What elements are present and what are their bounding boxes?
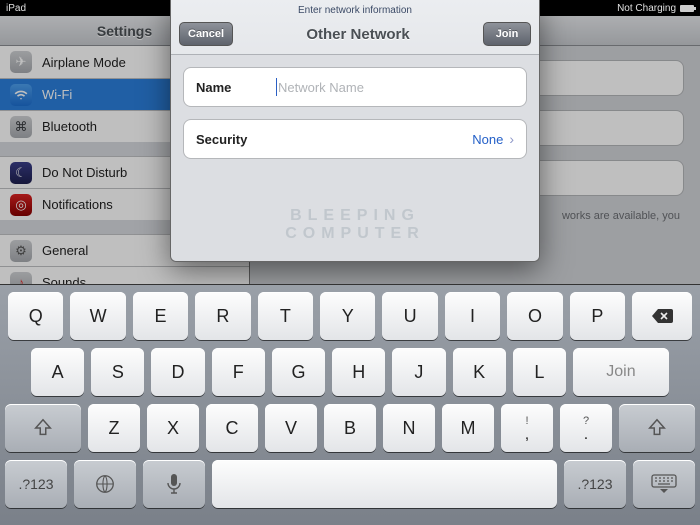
key-row-3: Z X C V B N M ! , ? .: [5, 404, 695, 452]
hide-keyboard-key[interactable]: [633, 460, 695, 508]
key-q[interactable]: Q: [8, 292, 63, 340]
backspace-key[interactable]: [632, 292, 692, 340]
name-field-card: Name: [183, 67, 527, 107]
security-label: Security: [196, 132, 276, 147]
key-row-1: Q W E R T Y U I O P: [5, 292, 695, 340]
key-comma[interactable]: ! ,: [501, 404, 553, 452]
key-c[interactable]: C: [206, 404, 258, 452]
key-t[interactable]: T: [258, 292, 313, 340]
key-o[interactable]: O: [507, 292, 562, 340]
key-k[interactable]: K: [453, 348, 506, 396]
battery-icon: [680, 5, 694, 12]
key-v[interactable]: V: [265, 404, 317, 452]
key-row-2: A S D F G H J K L Join: [5, 348, 695, 396]
charging-label: Not Charging: [617, 3, 676, 14]
join-key[interactable]: Join: [573, 348, 669, 396]
backspace-icon: [650, 307, 674, 325]
key-f[interactable]: F: [212, 348, 265, 396]
symbols-key-left[interactable]: .?123: [5, 460, 67, 508]
key-y[interactable]: Y: [320, 292, 375, 340]
key-z[interactable]: Z: [88, 404, 140, 452]
security-card[interactable]: Security None ›: [183, 119, 527, 159]
onscreen-keyboard: Q W E R T Y U I O P A S D F G H J K L Jo…: [0, 284, 700, 525]
microphone-icon: [167, 473, 181, 495]
modal-title: Other Network: [233, 26, 483, 43]
chevron-right-icon: ›: [509, 131, 514, 147]
key-h[interactable]: H: [332, 348, 385, 396]
key-e[interactable]: E: [133, 292, 188, 340]
key-w[interactable]: W: [70, 292, 125, 340]
watermark: BLEEPING COMPUTER: [183, 207, 527, 243]
status-right: Not Charging: [617, 3, 694, 14]
key-n[interactable]: N: [383, 404, 435, 452]
key-period[interactable]: ? .: [560, 404, 612, 452]
globe-key[interactable]: [74, 460, 136, 508]
text-cursor: [276, 78, 277, 96]
space-key[interactable]: [212, 460, 557, 508]
key-x[interactable]: X: [147, 404, 199, 452]
join-button[interactable]: Join: [483, 22, 531, 46]
key-s[interactable]: S: [91, 348, 144, 396]
network-name-input[interactable]: [278, 80, 514, 95]
key-m[interactable]: M: [442, 404, 494, 452]
shift-icon: [646, 417, 668, 439]
key-p[interactable]: P: [570, 292, 625, 340]
key-i[interactable]: I: [445, 292, 500, 340]
key-j[interactable]: J: [392, 348, 445, 396]
name-label: Name: [196, 80, 276, 95]
key-b[interactable]: B: [324, 404, 376, 452]
modal-subtitle: Enter network information: [171, 0, 539, 18]
other-network-dialog: Enter network information Cancel Other N…: [170, 0, 540, 262]
dictation-key[interactable]: [143, 460, 205, 508]
key-row-4: .?123 .?123: [5, 460, 695, 508]
hide-keyboard-icon: [651, 474, 677, 494]
key-r[interactable]: R: [195, 292, 250, 340]
globe-icon: [94, 473, 116, 495]
shift-icon: [32, 417, 54, 439]
device-label: iPad: [6, 3, 26, 14]
shift-key-right[interactable]: [619, 404, 695, 452]
key-d[interactable]: D: [151, 348, 204, 396]
shift-key-left[interactable]: [5, 404, 81, 452]
key-u[interactable]: U: [382, 292, 437, 340]
key-g[interactable]: G: [272, 348, 325, 396]
security-value: None: [472, 132, 503, 147]
key-a[interactable]: A: [31, 348, 84, 396]
cancel-button[interactable]: Cancel: [179, 22, 233, 46]
symbols-key-right[interactable]: .?123: [564, 460, 626, 508]
key-l[interactable]: L: [513, 348, 566, 396]
